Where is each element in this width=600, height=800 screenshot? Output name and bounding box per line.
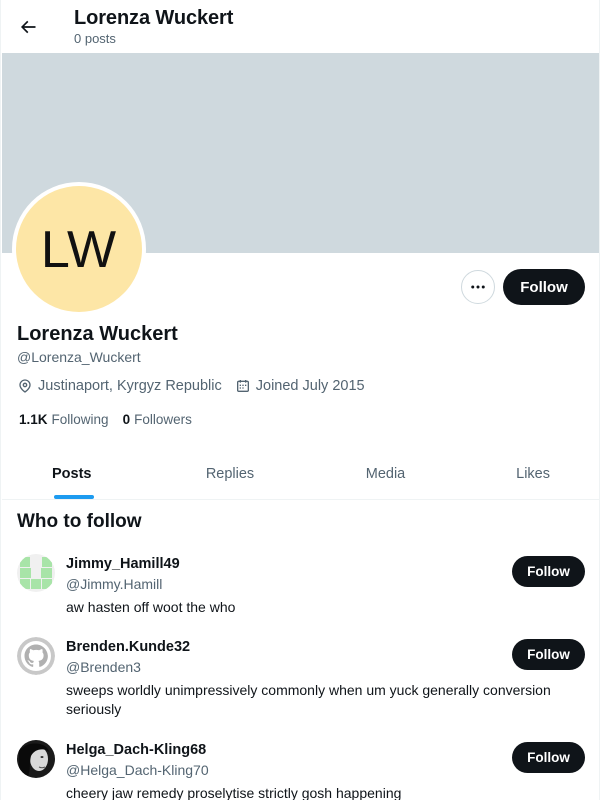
profile-handle: @Lorenza_Wuckert <box>17 349 141 365</box>
location: Justinaport, Kyrgyz Republic <box>17 378 222 394</box>
profile-tabs: Posts Replies Media Likes <box>2 448 599 500</box>
follow-stats: 1.1K Following 0 Followers <box>19 412 206 427</box>
suggestion-bio: sweeps worldly unimpressively commonly w… <box>66 682 551 717</box>
who-to-follow-title: Who to follow <box>17 511 142 532</box>
header-title: Lorenza Wuckert <box>74 7 234 29</box>
join-date-text: Joined July 2015 <box>255 378 365 394</box>
more-button[interactable] <box>461 270 495 304</box>
profile-name: Lorenza Wuckert <box>17 323 178 345</box>
avatar-initials: LW <box>16 186 142 312</box>
avatar[interactable]: LW <box>12 182 146 316</box>
tab-media[interactable]: Media <box>308 448 463 499</box>
top-header: Lorenza Wuckert 0 posts <box>1 0 599 53</box>
following-label: Following <box>51 412 109 427</box>
following-link[interactable]: 1.1K Following <box>19 412 109 427</box>
location-text: Justinaport, Kyrgyz Republic <box>38 378 222 394</box>
suggestion-handle: @Brenden3 <box>66 659 141 675</box>
tab-replies[interactable]: Replies <box>152 448 308 499</box>
tab-label: Media <box>365 465 406 482</box>
tab-posts[interactable]: Posts <box>2 448 152 499</box>
follow-button[interactable]: Follow <box>512 556 585 587</box>
suggestion-name[interactable]: Brenden.Kunde32 <box>66 639 190 655</box>
suggestion-name[interactable]: Jimmy_Hamill49 <box>66 556 180 572</box>
octocat-avatar[interactable] <box>17 637 55 675</box>
tab-label: Replies <box>205 465 255 482</box>
suggestion-handle: @Helga_Dach-Kling70 <box>66 762 209 778</box>
follow-button[interactable]: Follow <box>503 269 585 305</box>
suggestion-handle: @Jimmy.Hamill <box>66 576 163 592</box>
profile-page: Lorenza Wuckert 0 posts LW Follow Lorenz… <box>0 0 600 800</box>
calendar-icon <box>236 380 249 392</box>
following-count: 1.1K <box>19 412 48 427</box>
identicon-avatar[interactable] <box>17 554 55 592</box>
follow-button[interactable]: Follow <box>512 639 585 670</box>
suggestion-bio: aw hasten off woot the who <box>66 599 236 615</box>
more-dots-icon <box>471 285 485 289</box>
back-button[interactable] <box>9 8 47 46</box>
tab-label: Posts <box>52 465 92 482</box>
followers-count: 0 <box>122 412 131 427</box>
follow-button[interactable]: Follow <box>512 742 585 773</box>
suggestion-bio: cheery jaw remedy proselytise strictly g… <box>66 785 402 800</box>
followers-label: Followers <box>134 412 192 427</box>
post-count: 0 posts <box>74 31 116 46</box>
followers-link[interactable]: 0 Followers <box>123 412 192 427</box>
profile-meta: Justinaport, Kyrgyz Republic Joined July… <box>17 378 378 394</box>
location-pin-icon <box>19 379 31 393</box>
suggestion-name[interactable]: Helga_Dach-Kling68 <box>66 742 206 758</box>
tab-label: Likes <box>516 465 550 482</box>
arrow-left-icon <box>20 20 36 34</box>
join-date: Joined July 2015 <box>235 378 365 394</box>
active-tab-indicator <box>54 495 94 499</box>
tab-likes[interactable]: Likes <box>463 448 599 499</box>
portrait-avatar[interactable] <box>17 740 55 778</box>
